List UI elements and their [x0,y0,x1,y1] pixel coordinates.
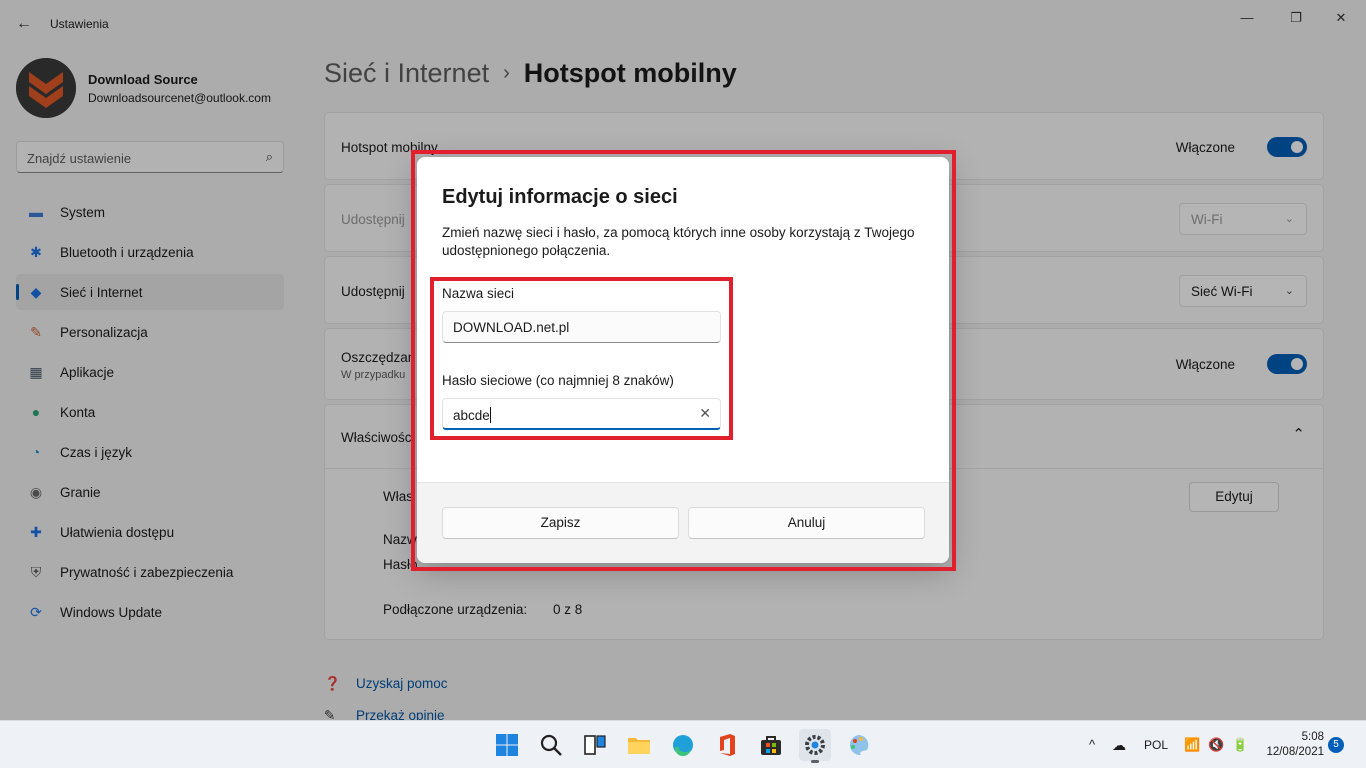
magnifier-icon [540,734,562,756]
tray-chevron-icon[interactable]: ^ [1089,721,1095,768]
settings-icon[interactable] [799,729,831,763]
taskbar: ^ ☁ POL 📶 🔇 🔋 5:08 12/08/2021 5 [0,720,1366,768]
office-logo-icon [720,734,735,756]
edge-logo-icon [673,735,693,757]
paint-icon[interactable] [843,729,875,761]
file-explorer-icon[interactable] [623,729,655,761]
volume-muted-icon[interactable]: 🔇 [1208,721,1224,768]
task-view-icon[interactable] [579,729,611,761]
windows-logo-icon [496,734,518,756]
battery-icon[interactable]: 🔋 [1232,721,1248,768]
clock-time: 5:08 [1301,731,1324,743]
language-indicator[interactable]: POL [1144,721,1168,768]
wifi-status-icon[interactable]: 📶 [1184,721,1200,768]
clock[interactable]: 5:08 12/08/2021 [1266,730,1324,760]
task-view-glyph-icon [584,735,606,755]
office-icon[interactable] [711,729,743,761]
store-icon[interactable] [755,729,787,761]
search-icon[interactable] [535,729,567,761]
gear-icon [805,735,825,755]
highlight-inner-frame [430,277,733,440]
start-icon[interactable] [491,729,523,761]
folder-icon [628,738,650,754]
edge-icon[interactable] [667,729,699,761]
cloud-icon[interactable]: ☁ [1112,721,1126,768]
store-bag-icon [761,736,781,755]
notification-badge[interactable]: 5 [1328,737,1344,753]
clock-date: 12/08/2021 [1266,746,1324,758]
palette-icon [849,735,869,756]
